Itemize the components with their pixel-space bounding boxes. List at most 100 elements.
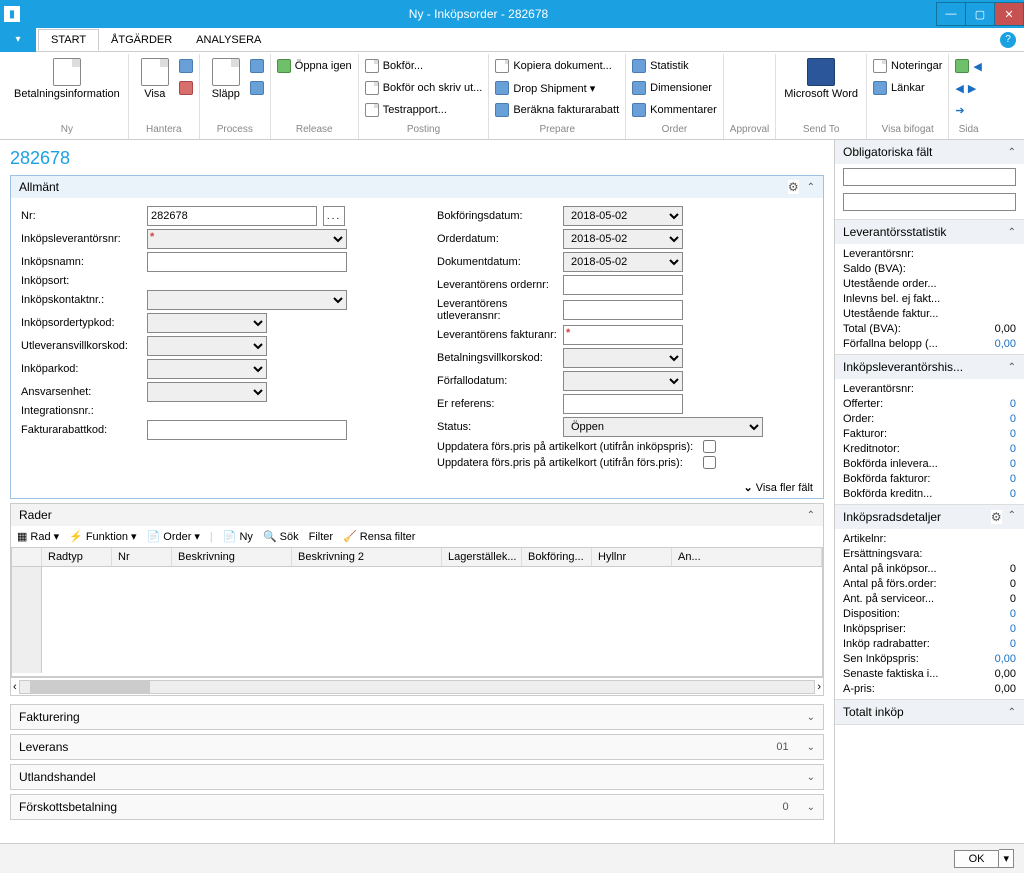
fb-totalt-toggle[interactable]: ⌃ <box>1008 707 1016 718</box>
tb-rensa[interactable]: 🧹 Rensa filter <box>343 530 415 543</box>
col-hyllnr[interactable]: Hyllnr <box>592 548 672 566</box>
fakturarabatt-input[interactable] <box>147 420 347 440</box>
chevron-up-icon[interactable]: ⌃ <box>807 182 815 193</box>
orderdatum-select[interactable]: 2018-05-02 <box>563 229 683 249</box>
levfakt-input[interactable] <box>563 325 683 345</box>
inkopnamn-input[interactable] <box>147 252 347 272</box>
col-radtyp[interactable]: Radtyp <box>42 548 112 566</box>
tb-ny[interactable]: 📄 Ny <box>223 530 253 543</box>
rb-next[interactable]: ➔ <box>955 100 981 120</box>
rb-refresh[interactable]: ◀ <box>955 56 981 76</box>
edit-icon[interactable] <box>179 56 193 76</box>
fasttab-forskott[interactable]: Förskottsbetalning0⌄ <box>10 794 824 820</box>
gear-icon[interactable] <box>788 180 799 194</box>
tab-analysera[interactable]: ANALYSERA <box>184 30 273 50</box>
file-tab[interactable] <box>0 28 36 52</box>
process-icon2[interactable] <box>250 78 264 98</box>
help-button[interactable]: ? <box>1000 32 1016 48</box>
fasttab-leverans[interactable]: Leverans01⌄ <box>10 734 824 760</box>
grid-h-scroll[interactable]: ‹› <box>11 677 823 695</box>
fb-obl-toggle[interactable]: ⌃ <box>1008 147 1016 158</box>
nr-lookup[interactable]: ... <box>323 206 345 226</box>
fb-levstat-title: Leverantörsstatistik <box>843 225 946 239</box>
rb-noteringar[interactable]: Noteringar <box>873 56 942 76</box>
tab-start[interactable]: START <box>38 29 99 51</box>
show-more-link[interactable]: Visa fler fält <box>11 477 823 498</box>
rader-chevron[interactable]: ⌃ <box>807 510 815 521</box>
inkopkontakt-select[interactable] <box>147 290 347 310</box>
rb-visa[interactable]: Visa <box>135 56 175 122</box>
tab-atgarder[interactable]: ÅTGÄRDER <box>99 30 184 50</box>
tb-order[interactable]: 📄 Order ▾ <box>147 530 200 543</box>
leverantorsnr-select[interactable] <box>147 229 347 249</box>
fasttab-allmant: Allmänt ⌃ Nr:... Inköpsleverantörsnr:* I… <box>10 175 824 499</box>
factbox-row: Ersättningsvara: <box>843 548 1016 560</box>
levutlev-input[interactable] <box>563 300 683 320</box>
col-nr[interactable]: Nr <box>112 548 172 566</box>
rb-word[interactable]: Microsoft Word <box>782 56 860 122</box>
rb-betalningsinfo[interactable]: Betalningsinformation <box>12 56 122 122</box>
ok-dropdown[interactable]: ▾ <box>999 849 1014 868</box>
rb-slapp[interactable]: Släpp <box>206 56 246 122</box>
levorder-input[interactable] <box>563 275 683 295</box>
inkoparkod-select[interactable] <box>147 359 267 379</box>
betvillkor-select[interactable] <box>563 348 683 368</box>
ok-button[interactable]: OK <box>954 850 1000 868</box>
obl-input2[interactable] <box>843 193 1016 211</box>
factbox-row: Kreditnotor:0 <box>843 443 1016 455</box>
tb-filter[interactable]: Filter <box>309 531 333 543</box>
nr-input[interactable] <box>147 206 317 226</box>
fb-levhist-toggle[interactable]: ⌃ <box>1008 362 1016 373</box>
rb-bokfor-skriv[interactable]: Bokför och skriv ut... <box>365 78 483 98</box>
tb-rad[interactable]: ▦ Rad ▾ <box>17 530 59 543</box>
bokforing-select[interactable]: 2018-05-02 <box>563 206 683 226</box>
upd1-checkbox[interactable] <box>703 440 716 453</box>
upd2-checkbox[interactable] <box>703 456 716 469</box>
fasttab-fakturering[interactable]: Fakturering⌄ <box>10 704 824 730</box>
tb-sok[interactable]: 🔍 Sök <box>263 530 299 543</box>
ordertyp-select[interactable] <box>147 313 267 333</box>
close-button[interactable]: ✕ <box>994 2 1024 26</box>
col-beskrivning2[interactable]: Beskrivning 2 <box>292 548 442 566</box>
radsdet-gear[interactable] <box>991 510 1002 524</box>
status-select[interactable]: Öppen <box>563 417 763 437</box>
footer: OK▾ <box>0 843 1024 873</box>
col-beskrivning[interactable]: Beskrivning <box>172 548 292 566</box>
factbox-row: Leverantörsnr: <box>843 383 1016 395</box>
rb-bokfor[interactable]: Bokför... <box>365 56 483 76</box>
rb-lankar[interactable]: Länkar <box>873 78 942 98</box>
factbox-row: Utestående order... <box>843 278 1016 290</box>
minimize-button[interactable]: — <box>936 2 966 26</box>
maximize-button[interactable]: ▢ <box>965 2 995 26</box>
rb-prev[interactable]: ◀▶ <box>955 78 981 98</box>
rb-dimensioner[interactable]: Dimensioner <box>632 78 717 98</box>
forfallo-select[interactable] <box>563 371 683 391</box>
process-icon1[interactable] <box>250 56 264 76</box>
rb-statistik[interactable]: Statistik <box>632 56 717 76</box>
factbox-row: A-pris:0,00 <box>843 683 1016 695</box>
rb-kopiera[interactable]: Kopiera dokument... <box>495 56 619 76</box>
rb-oppna-igen[interactable]: Öppna igen <box>277 56 352 76</box>
obl-input1[interactable] <box>843 168 1016 186</box>
rb-drop[interactable]: Drop Shipment ▾ <box>495 78 619 98</box>
fb-levstat-toggle[interactable]: ⌃ <box>1008 227 1016 238</box>
fasttab-rader: Rader ⌃ ▦ Rad ▾ ⚡ Funktion ▾ 📄 Order ▾ |… <box>10 503 824 696</box>
factbox-row: Offerter:0 <box>843 398 1016 410</box>
rb-berakna[interactable]: Beräkna fakturarabatt <box>495 100 619 120</box>
col-lagerstall[interactable]: Lagerställek... <box>442 548 522 566</box>
rb-kommentarer[interactable]: Kommentarer <box>632 100 717 120</box>
col-an[interactable]: An... <box>672 548 822 566</box>
fb-obl-title: Obligatoriska fält <box>843 145 932 159</box>
dokumentdatum-select[interactable]: 2018-05-02 <box>563 252 683 272</box>
fb-radsdet-toggle[interactable]: ⌃ <box>1008 510 1016 524</box>
col-bokforing[interactable]: Bokföring... <box>522 548 592 566</box>
fasttab-utlandshandel[interactable]: Utlandshandel⌄ <box>10 764 824 790</box>
utlev-select[interactable] <box>147 336 267 356</box>
factbox-row: Inlevns bel. ej fakt... <box>843 293 1016 305</box>
erref-input[interactable] <box>563 394 683 414</box>
delete-icon[interactable] <box>179 78 193 98</box>
rb-testrapport[interactable]: Testrapport... <box>365 100 483 120</box>
factbox-row: Saldo (BVA): <box>843 263 1016 275</box>
tb-funktion[interactable]: ⚡ Funktion ▾ <box>69 530 136 543</box>
ansvarsenhet-select[interactable] <box>147 382 267 402</box>
